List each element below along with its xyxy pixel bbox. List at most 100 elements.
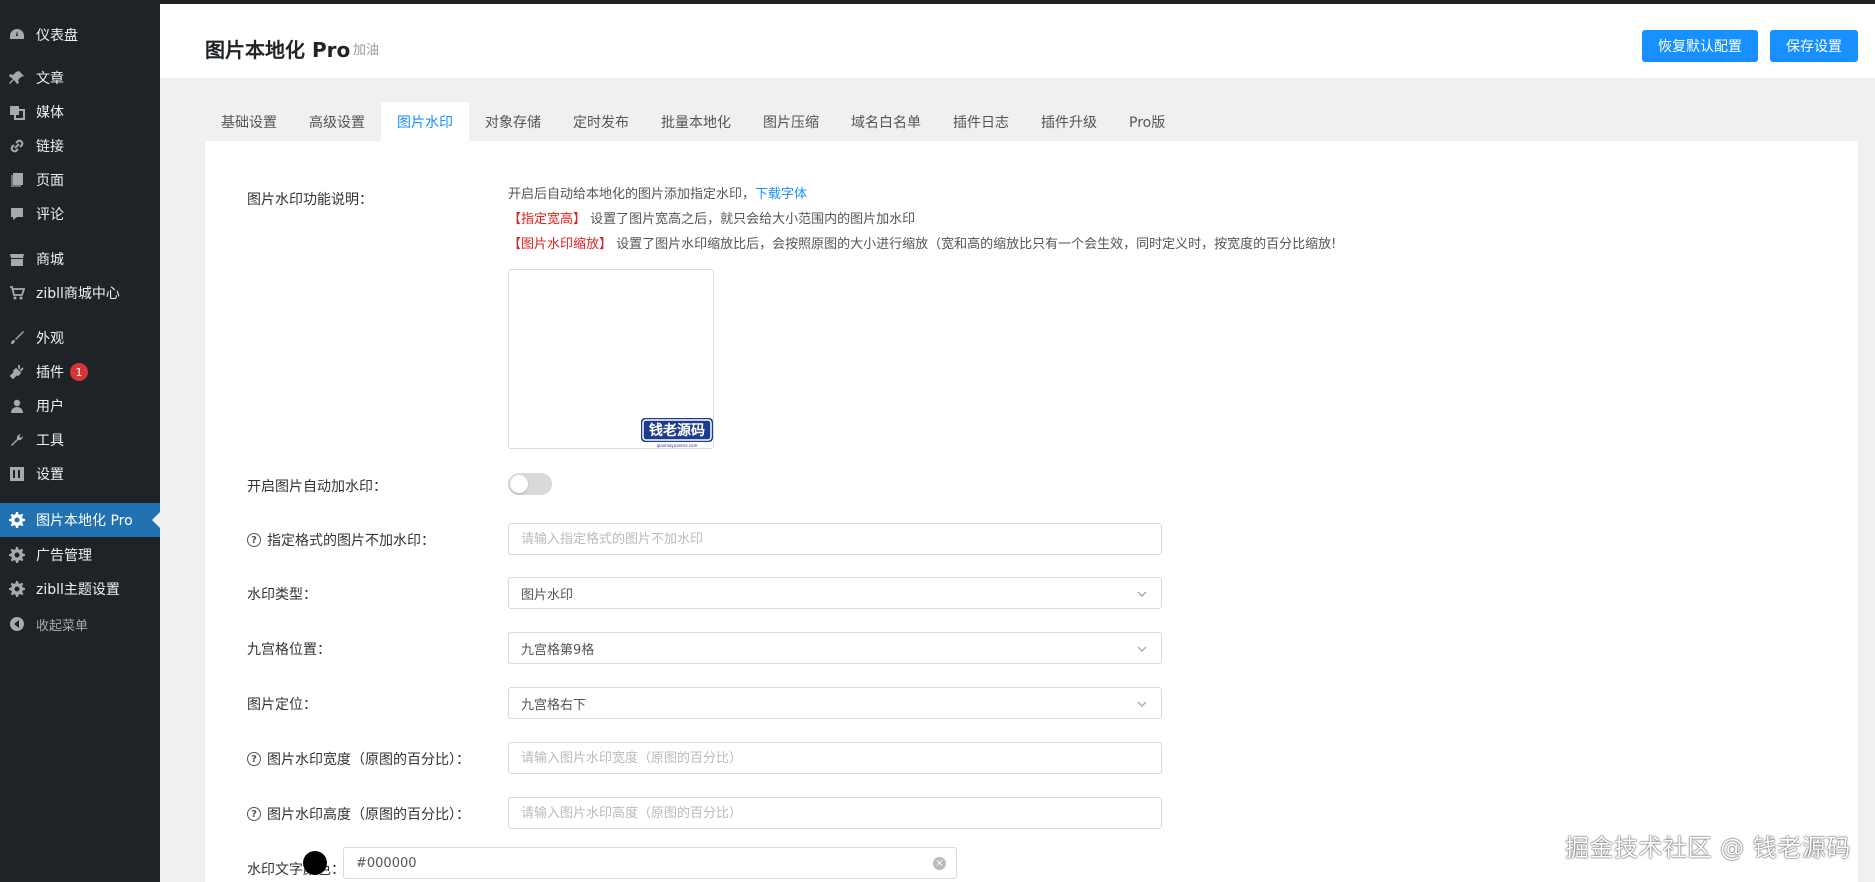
sidebar-item-users[interactable]: 用户 (0, 389, 160, 423)
sidebar-item-label: 广告管理 (36, 548, 92, 564)
image-position-select[interactable]: 九宫格右下 (508, 687, 1162, 719)
select-value: 九宫格第9格 (521, 642, 595, 658)
user-icon (8, 397, 26, 415)
color-swatch[interactable] (303, 851, 327, 875)
save-settings-button[interactable]: 保存设置 (1770, 30, 1858, 62)
watermark-width-label: ? 图片水印宽度（原图的百分比）： (247, 749, 470, 769)
wrench-icon (8, 431, 26, 449)
settings-icon (8, 465, 26, 483)
sidebar-item-media[interactable]: 媒体 (0, 95, 160, 129)
page-title: 图片本地化 Pro (205, 38, 351, 62)
media-icon (8, 103, 26, 121)
chevron-down-icon (1137, 591, 1147, 597)
sidebar-item-label: 工具 (36, 433, 64, 449)
gear-icon (8, 546, 26, 564)
download-font-link[interactable]: 下载字体 (755, 187, 807, 202)
sidebar-item-label: 商城 (36, 252, 64, 268)
watermark-logo-subtext: qianlaoyuanma.com (657, 443, 698, 448)
page-subtitle: 加油 (353, 43, 380, 58)
label-text: 图片水印宽度（原图的百分比）： (267, 752, 470, 768)
sidebar-item-label: 用户 (36, 399, 64, 415)
watermark-width-input[interactable] (508, 742, 1162, 774)
tab-batch-localize[interactable]: 批量本地化 (645, 102, 747, 142)
tab-watermark[interactable]: 图片水印 (381, 102, 469, 142)
tab-pro[interactable]: Pro版 (1113, 102, 1181, 142)
desc-text: 开启后自动给本地化的图片添加指定水印， (508, 187, 756, 202)
desc-text: 设置了图片宽高之后，就只会给大小范围内的图片加水印 (586, 212, 916, 227)
desc-line-1: 开启后自动给本地化的图片添加指定水印，下载字体 (508, 183, 807, 202)
desc-text: 设置了图片水印缩放比后，会按照原图的大小进行缩放（宽和高的缩放比只有一个会生效，… (612, 237, 1337, 252)
watermark-preview[interactable]: 钱老源码 qianlaoyuanma.com (508, 269, 714, 449)
help-icon[interactable]: ? (247, 752, 261, 766)
tab-plugin-log[interactable]: 插件日志 (937, 102, 1025, 142)
watermark-height-input[interactable] (508, 797, 1162, 829)
sidebar-item-plugins[interactable]: 插件 1 (0, 355, 160, 389)
label-text: 指定格式的图片不加水印： (267, 533, 435, 549)
tab-domain-whitelist[interactable]: 域名白名单 (835, 102, 937, 142)
gear-icon (8, 580, 26, 598)
sidebar-item-tools[interactable]: 工具 (0, 423, 160, 457)
dashboard-icon (8, 26, 26, 44)
auto-watermark-label: 开启图片自动加水印： (247, 479, 387, 495)
sidebar-item-label: 页面 (36, 173, 64, 189)
sidebar-item-dashboard[interactable]: 仪表盘 (0, 18, 160, 52)
exclude-format-input[interactable] (508, 523, 1162, 555)
sidebar-item-label: 评论 (36, 207, 64, 223)
cart-icon (8, 284, 26, 302)
desc-label: 图片水印功能说明： (247, 192, 373, 208)
clear-icon[interactable]: × (933, 857, 946, 870)
tab-image-compress[interactable]: 图片压缩 (747, 102, 835, 142)
text-color-input[interactable]: #000000 × (343, 847, 957, 879)
reset-defaults-button[interactable]: 恢复默认配置 (1642, 30, 1758, 62)
link-icon (8, 137, 26, 155)
sidebar-item-label: zibll商城中心 (36, 286, 120, 302)
pin-icon (8, 69, 26, 87)
watermark-height-label: ? 图片水印高度（原图的百分比）： (247, 804, 470, 824)
chevron-down-icon (1137, 701, 1147, 707)
help-icon[interactable]: ? (247, 807, 261, 821)
brush-icon (8, 329, 26, 347)
sidebar-item-posts[interactable]: 文章 (0, 61, 160, 95)
update-count-badge: 1 (70, 363, 88, 381)
tab-object-storage[interactable]: 对象存储 (469, 102, 557, 142)
select-value: 九宫格右下 (521, 697, 587, 713)
tab-plugin-upgrade[interactable]: 插件升级 (1025, 102, 1113, 142)
watermark-type-label: 水印类型： (247, 587, 317, 603)
sidebar-item-ads[interactable]: 广告管理 (0, 538, 160, 572)
exclude-format-label: ? 指定格式的图片不加水印： (247, 530, 435, 550)
tab-advanced[interactable]: 高级设置 (293, 102, 381, 142)
sidebar-item-pages[interactable]: 页面 (0, 163, 160, 197)
size-tag: 【指定宽高】 (508, 212, 587, 227)
settings-tabs: 基础设置 高级设置 图片水印 对象存储 定时发布 批量本地化 图片压缩 域名白名… (205, 102, 1181, 142)
sidebar-item-store[interactable]: 商城 (0, 242, 160, 276)
watermark-logo-text: 钱老源码 (649, 422, 705, 439)
watermark-type-select[interactable]: 图片水印 (508, 577, 1162, 609)
sidebar-item-links[interactable]: 链接 (0, 129, 160, 163)
watermark-logo: 钱老源码 qianlaoyuanma.com (641, 418, 713, 448)
sidebar-item-zibll-theme[interactable]: zibll主题设置 (0, 572, 160, 606)
gear-icon (8, 511, 26, 529)
sidebar-item-image-localize-pro[interactable]: 图片本地化 Pro (0, 503, 160, 537)
help-icon[interactable]: ? (247, 533, 261, 547)
auto-watermark-toggle[interactable] (508, 473, 552, 495)
color-value: #000000 (356, 855, 417, 871)
grid-position-select[interactable]: 九宫格第9格 (508, 632, 1162, 664)
text-color-label: 水印文字颜色： (247, 862, 345, 878)
tab-scheduled-publish[interactable]: 定时发布 (557, 102, 645, 142)
sidebar-item-label: 媒体 (36, 105, 64, 121)
sidebar-item-label: 外观 (36, 331, 64, 347)
sidebar-item-label: 设置 (36, 467, 64, 483)
sidebar-item-appearance[interactable]: 外观 (0, 321, 160, 355)
chevron-down-icon (1137, 646, 1147, 652)
grid-position-label: 九宫格位置： (247, 642, 331, 658)
scale-tag: 【图片水印缩放】 (508, 237, 613, 252)
sidebar-item-label: 仪表盘 (36, 28, 78, 44)
sidebar-item-zibll-store[interactable]: zibll商城中心 (0, 276, 160, 310)
sidebar-item-label: 图片本地化 Pro (36, 513, 133, 529)
page-icon (8, 171, 26, 189)
sidebar-item-settings[interactable]: 设置 (0, 457, 160, 491)
sidebar-item-comments[interactable]: 评论 (0, 197, 160, 231)
collapse-menu-button[interactable]: 收起菜单 (0, 607, 160, 641)
sidebar-item-label: zibll主题设置 (36, 582, 120, 598)
tab-basic[interactable]: 基础设置 (205, 102, 293, 142)
